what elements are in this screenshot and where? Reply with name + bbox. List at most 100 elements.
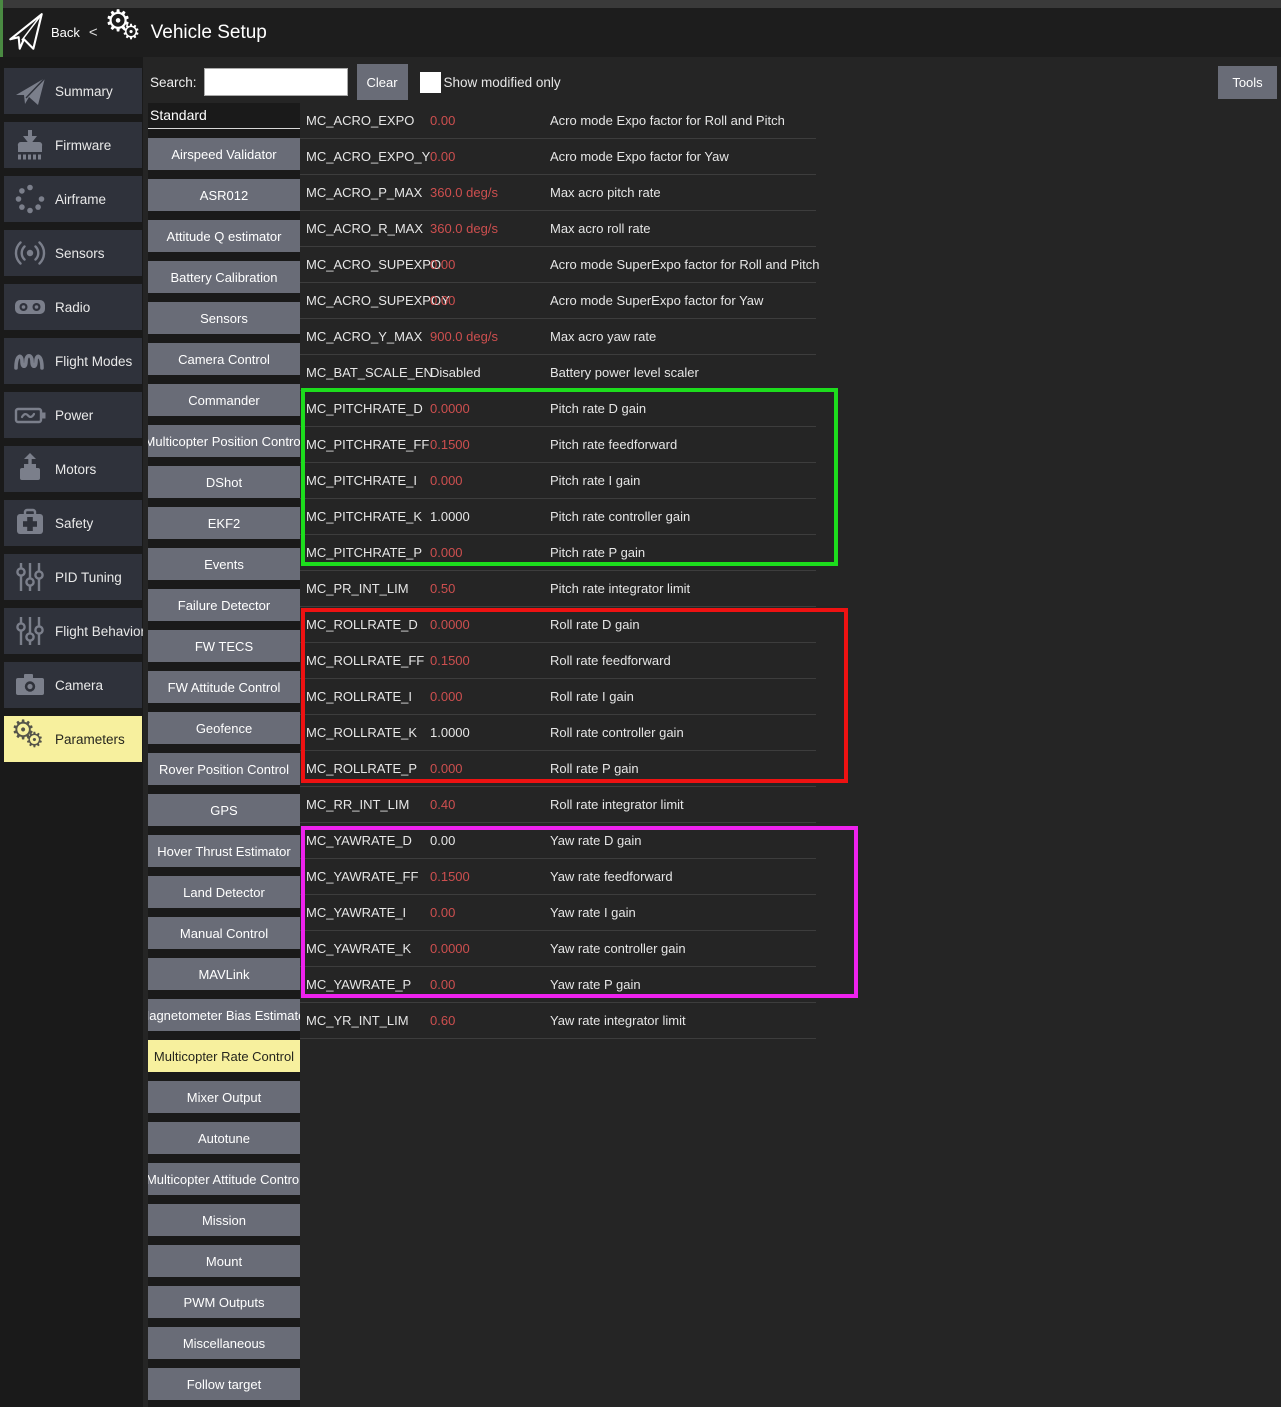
parameter-row[interactable]: MC_ACRO_P_MAX 360.0 deg/s Max acro pitch…: [300, 175, 816, 211]
parameter-row[interactable]: MC_ACRO_R_MAX 360.0 deg/s Max acro roll …: [300, 211, 816, 247]
category-button[interactable]: PWM Outputs: [148, 1286, 300, 1318]
parameter-name: MC_ROLLRATE_K: [300, 725, 430, 740]
parameter-row[interactable]: MC_YAWRATE_P 0.00 Yaw rate P gain: [300, 967, 816, 1003]
sidebar-item-firmware[interactable]: Firmware: [4, 122, 142, 168]
category-button[interactable]: Manual Control: [148, 917, 300, 949]
category-button[interactable]: Events: [148, 548, 300, 580]
sidebar-item-motors[interactable]: Motors: [4, 446, 142, 492]
sensors-icon: [10, 235, 50, 271]
parameter-row[interactable]: MC_PITCHRATE_P 0.000 Pitch rate P gain: [300, 535, 816, 571]
category-button[interactable]: FW Attitude Control: [148, 671, 300, 703]
sidebar-item-sensors[interactable]: Sensors: [4, 230, 142, 276]
sidebar-item-label: Power: [55, 408, 93, 423]
parameter-row[interactable]: MC_ACRO_SUPEXPOY 0.00 Acro mode SuperExp…: [300, 283, 816, 319]
category-button[interactable]: Follow target: [148, 1368, 300, 1400]
parameter-row[interactable]: MC_PITCHRATE_FF 0.1500 Pitch rate feedfo…: [300, 427, 816, 463]
sidebar-item-summary[interactable]: Summary: [4, 68, 142, 114]
parameter-row[interactable]: MC_YAWRATE_FF 0.1500 Yaw rate feedforwar…: [300, 859, 816, 895]
category-button[interactable]: Magnetometer Bias Estimator: [148, 999, 300, 1031]
category-button[interactable]: Sensors: [148, 302, 300, 334]
sidebar-item-pid-tuning[interactable]: PID Tuning: [4, 554, 142, 600]
category-button[interactable]: Mount: [148, 1245, 300, 1277]
parameter-row[interactable]: MC_YR_INT_LIM 0.60 Yaw rate integrator l…: [300, 1003, 816, 1039]
category-button[interactable]: ASR012: [148, 179, 300, 211]
category-button[interactable]: Autotune: [148, 1122, 300, 1154]
category-button[interactable]: Land Detector: [148, 876, 300, 908]
sidebar-item-radio[interactable]: Radio: [4, 284, 142, 330]
parameter-row[interactable]: MC_PITCHRATE_I 0.000 Pitch rate I gain: [300, 463, 816, 499]
sliders-icon: [10, 559, 50, 595]
category-button[interactable]: Hover Thrust Estimator: [148, 835, 300, 867]
parameter-description: Battery power level scaler: [550, 365, 699, 380]
category-button[interactable]: GPS: [148, 794, 300, 826]
parameter-row[interactable]: MC_ACRO_SUPEXPO 0.00 Acro mode SuperExpo…: [300, 247, 816, 283]
parameter-row[interactable]: MC_RR_INT_LIM 0.40 Roll rate integrator …: [300, 787, 816, 823]
parameter-value: 0.50: [430, 581, 550, 596]
category-button[interactable]: Commander: [148, 384, 300, 416]
category-button[interactable]: EKF2: [148, 507, 300, 539]
category-label: Land Detector: [183, 885, 265, 900]
parameter-row[interactable]: MC_ROLLRATE_D 0.0000 Roll rate D gain: [300, 607, 816, 643]
category-button[interactable]: Attitude Q estimator: [148, 220, 300, 252]
camera-icon: [10, 667, 50, 703]
search-input[interactable]: [204, 68, 348, 96]
parameter-table: MC_ACRO_EXPO 0.00 Acro mode Expo factor …: [300, 103, 1281, 1407]
parameter-row[interactable]: MC_ROLLRATE_P 0.000 Roll rate P gain: [300, 751, 816, 787]
sidebar-item-flight-modes[interactable]: Flight Modes: [4, 338, 142, 384]
parameter-row[interactable]: MC_YAWRATE_K 0.0000 Yaw rate controller …: [300, 931, 816, 967]
category-button[interactable]: Miscellaneous: [148, 1327, 300, 1359]
category-button[interactable]: Multicopter Position Control: [148, 425, 300, 457]
category-button[interactable]: Mixer Output: [148, 1081, 300, 1113]
parameter-description: Roll rate integrator limit: [550, 797, 684, 812]
parameter-row[interactable]: MC_ACRO_EXPO 0.00 Acro mode Expo factor …: [300, 103, 816, 139]
parameter-description: Pitch rate feedforward: [550, 437, 677, 452]
parameter-value: Disabled: [430, 365, 550, 380]
category-button[interactable]: Airspeed Validator: [148, 138, 300, 170]
sidebar-item-parameters[interactable]: ⚙⚙ Parameters: [4, 716, 142, 762]
category-button[interactable]: DShot: [148, 466, 300, 498]
parameter-description: Roll rate I gain: [550, 689, 634, 704]
parameter-row[interactable]: MC_PR_INT_LIM 0.50 Pitch rate integrator…: [300, 571, 816, 607]
sidebar-item-power[interactable]: Power: [4, 392, 142, 438]
sidebar-item-flight-behavior[interactable]: Flight Behavior: [4, 608, 142, 654]
category-button[interactable]: Battery Calibration: [148, 261, 300, 293]
category-button[interactable]: Rover Position Control: [148, 753, 300, 785]
parameter-description: Yaw rate feedforward: [550, 869, 673, 884]
parameter-row[interactable]: MC_PITCHRATE_K 1.0000 Pitch rate control…: [300, 499, 816, 535]
parameter-row[interactable]: MC_YAWRATE_I 0.00 Yaw rate I gain: [300, 895, 816, 931]
parameter-toolbar: Search: Clear Show modified only Tools: [150, 62, 1277, 102]
clear-button[interactable]: Clear: [357, 64, 408, 100]
category-button[interactable]: MAVLink: [148, 958, 300, 990]
back-button[interactable]: Back: [51, 25, 80, 40]
parameter-name: MC_YAWRATE_P: [300, 977, 430, 992]
category-button[interactable]: Camera Control: [148, 343, 300, 375]
app-logo-paper-plane-icon[interactable]: [8, 11, 44, 55]
parameter-row[interactable]: MC_ROLLRATE_I 0.000 Roll rate I gain: [300, 679, 816, 715]
parameter-row[interactable]: MC_PITCHRATE_D 0.0000 Pitch rate D gain: [300, 391, 816, 427]
sidebar-item-safety[interactable]: Safety: [4, 500, 142, 546]
sidebar-item-camera[interactable]: Camera: [4, 662, 142, 708]
category-button[interactable]: Mission: [148, 1204, 300, 1236]
parameter-row[interactable]: MC_ACRO_EXPO_Y 0.00 Acro mode Expo facto…: [300, 139, 816, 175]
parameter-row[interactable]: MC_ACRO_Y_MAX 900.0 deg/s Max acro yaw r…: [300, 319, 816, 355]
parameter-row[interactable]: MC_YAWRATE_D 0.00 Yaw rate D gain: [300, 823, 816, 859]
parameter-name: MC_YAWRATE_FF: [300, 869, 430, 884]
sidebar-item-airframe[interactable]: Airframe: [4, 176, 142, 222]
sidebar-item-label: Sensors: [55, 246, 105, 261]
parameter-name: MC_PITCHRATE_P: [300, 545, 430, 560]
parameter-row[interactable]: MC_ROLLRATE_K 1.0000 Roll rate controlle…: [300, 715, 816, 751]
category-button[interactable]: Multicopter Rate Control: [148, 1040, 300, 1072]
category-label: Rover Position Control: [159, 762, 289, 777]
tools-button[interactable]: Tools: [1218, 66, 1277, 99]
parameter-row[interactable]: MC_BAT_SCALE_EN Disabled Battery power l…: [300, 355, 816, 391]
category-button[interactable]: Geofence: [148, 712, 300, 744]
category-label: Autotune: [198, 1131, 250, 1146]
vehicle-setup-gears-icon: ⚙ ⚙: [107, 12, 143, 54]
category-button[interactable]: FW TECS: [148, 630, 300, 662]
category-button[interactable]: Multicopter Attitude Control: [148, 1163, 300, 1195]
parameter-description: Yaw rate I gain: [550, 905, 636, 920]
show-modified-checkbox[interactable]: [420, 72, 441, 93]
parameter-value: 0.000: [430, 545, 550, 560]
parameter-row[interactable]: MC_ROLLRATE_FF 0.1500 Roll rate feedforw…: [300, 643, 816, 679]
category-button[interactable]: Failure Detector: [148, 589, 300, 621]
